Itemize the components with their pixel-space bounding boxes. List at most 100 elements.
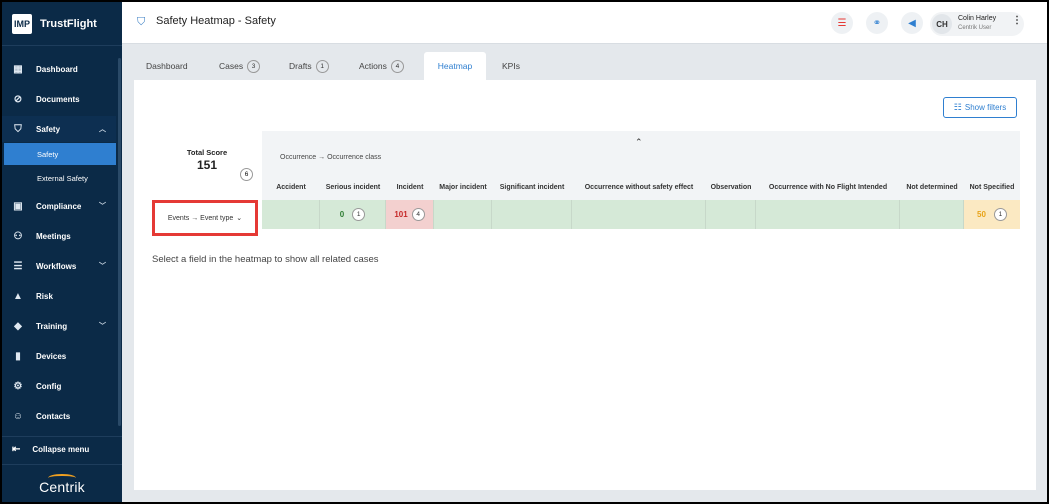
cell-value: 101 [394, 210, 408, 219]
meetings-icon: ⚇ [13, 230, 23, 242]
sidebar-item-compliance[interactable]: ▣ Compliance ﹀ [2, 193, 116, 219]
sidebar-item-safety[interactable]: ⛉ Safety ︿ [2, 116, 116, 142]
sidebar-item-risk[interactable]: ▲ Risk [2, 283, 116, 309]
sliders-icon: ☷ [953, 102, 962, 112]
sidebar-item-workflows[interactable]: ☰ Workflows ﹀ [2, 253, 116, 279]
sidebar-item-label: Devices [36, 351, 67, 361]
column-header[interactable]: Accident [262, 184, 320, 191]
sidebar: IMP TrustFlight ▦ Dashboard ⊘ Documents … [2, 2, 122, 502]
sidebar-item-training[interactable]: ◆ Training ﹀ [2, 313, 116, 339]
sidebar-item-label: Training [36, 321, 68, 331]
megaphone-icon-button[interactable]: ◀ [901, 12, 923, 34]
cell-count-badge: 4 [411, 208, 425, 221]
brand[interactable]: IMP TrustFlight [2, 2, 122, 46]
show-filters-button[interactable]: ☷ Show filters [943, 97, 1017, 118]
workflows-icon: ☰ [13, 260, 23, 272]
total-score: Total Score 151 [172, 148, 242, 172]
tab-heatmap[interactable]: Heatmap [424, 52, 486, 80]
heatmap-cell[interactable] [706, 200, 756, 229]
chevron-down-icon: ﹀ [99, 323, 106, 330]
chevron-down-icon: ﹀ [99, 263, 106, 270]
collapse-icon: ⇤ [12, 444, 21, 455]
heatmap-cell[interactable] [492, 200, 572, 229]
heatmap-cell[interactable] [756, 200, 900, 229]
tab-dashboard[interactable]: Dashboard [134, 52, 200, 80]
cell-count-badge: 1 [993, 208, 1007, 221]
heatmap-cell[interactable] [900, 200, 964, 229]
shield-icon: ⛉ [137, 16, 146, 28]
sidebar-item-label: Dashboard [36, 64, 78, 74]
database-icon-button[interactable]: ☰ [831, 12, 853, 34]
tab-label: Cases [219, 61, 244, 71]
devices-icon: ▮ [15, 350, 21, 362]
tab-label: Drafts [289, 61, 312, 71]
collapse-menu-button[interactable]: ⇤ Collapse menu [2, 436, 122, 462]
user-role: Centrik User [958, 25, 992, 31]
app-window: IMP TrustFlight ▦ Dashboard ⊘ Documents … [2, 2, 1047, 502]
tab-count-badge: 4 [390, 59, 404, 73]
chevron-down-icon: ﹀ [99, 203, 106, 210]
caret-up-icon[interactable]: ⌃ [635, 137, 643, 148]
sidebar-item-contacts[interactable]: ☺ Contacts [2, 403, 116, 429]
sidebar-subitem-safety[interactable]: Safety [4, 143, 116, 165]
sidebar-item-devices[interactable]: ▮ Devices [2, 343, 116, 369]
dashboard-icon: ▦ [13, 63, 23, 75]
column-header[interactable]: Incident [386, 184, 434, 191]
more-vertical-icon[interactable]: ⋮ [1012, 15, 1022, 26]
sidebar-item-label: Contacts [36, 411, 71, 421]
sidebar-item-dashboard[interactable]: ▦ Dashboard [2, 56, 116, 82]
heatmap-cell[interactable]: 50 1 [964, 200, 1020, 229]
heatmap-cell[interactable]: 101 4 [386, 200, 434, 229]
avatar: CH [932, 14, 952, 34]
link-icon-button[interactable]: ⚭ [866, 12, 888, 34]
heatmap-cell[interactable] [434, 200, 492, 229]
tab-actions[interactable]: Actions 4 [347, 52, 416, 80]
heatmap-column-header: ⌃ Occurrence → Occurrence class Accident… [262, 131, 1020, 200]
column-header[interactable]: Not Specified [964, 184, 1020, 191]
cell-count-badge: 1 [352, 208, 366, 221]
tab-cases[interactable]: Cases 3 [207, 52, 272, 80]
sidebar-item-label: Documents [36, 94, 80, 104]
column-header[interactable]: Occurrence with No Flight Intended [756, 184, 900, 191]
sidebar-item-label: Risk [36, 291, 53, 301]
centrik-arc [48, 474, 76, 482]
sidebar-item-label: Safety [36, 124, 61, 134]
tab-drafts[interactable]: Drafts 1 [277, 52, 341, 80]
column-header[interactable]: Occurrence without safety effect [572, 184, 706, 191]
user-menu[interactable]: CH Colin Harley Centrik User ⋮ [930, 12, 1024, 36]
tab-label: Heatmap [437, 61, 473, 71]
sidebar-item-config[interactable]: ⚙ Config [2, 373, 116, 399]
cell-value: 0 [339, 210, 345, 219]
heatmap-cell[interactable] [262, 200, 320, 229]
column-header[interactable]: Major incident [434, 184, 492, 191]
tab-kpis[interactable]: KPIs [490, 52, 532, 80]
column-header[interactable]: Not determined [900, 184, 964, 191]
chevron-up-icon: ︿ [99, 126, 106, 133]
sidebar-item-documents[interactable]: ⊘ Documents [2, 86, 116, 112]
row-group-label: Events → Event type [167, 214, 234, 222]
column-header[interactable]: Observation [706, 184, 756, 191]
total-score-value: 151 [196, 158, 218, 172]
cell-value: 50 [977, 210, 986, 219]
user-name: Colin Harley [958, 15, 997, 22]
heatmap-row: 0 1 101 4 50 1 [262, 200, 1020, 229]
heatmap-cell[interactable]: 0 1 [320, 200, 386, 229]
tab-label: KPIs [502, 61, 520, 71]
tab-label: Dashboard [146, 61, 188, 71]
tab-count-badge: 3 [247, 59, 261, 73]
compliance-icon: ▣ [13, 200, 23, 212]
column-header[interactable]: Significant incident [492, 184, 572, 191]
top-header: ⛉ Safety Heatmap - Safety ☰ ⚭ ◀ CH Colin… [122, 2, 1047, 44]
column-header[interactable]: Serious incident [320, 184, 386, 191]
sidebar-item-label: Workflows [36, 261, 77, 271]
risk-icon: ▲ [13, 290, 23, 302]
heatmap-cell[interactable] [572, 200, 706, 229]
sidebar-item-meetings[interactable]: ⚇ Meetings [2, 223, 116, 249]
sidebar-subitem-external-safety[interactable]: External Safety [4, 167, 116, 189]
sidebar-item-label: Compliance [36, 201, 82, 211]
sidebar-scrollbar[interactable] [118, 58, 121, 426]
sidebar-item-label: Config [36, 381, 62, 391]
row-group-dropdown[interactable]: Events → Event type ⌄ [152, 200, 258, 236]
config-icon: ⚙ [13, 380, 23, 392]
total-count-badge: 6 [240, 168, 253, 181]
